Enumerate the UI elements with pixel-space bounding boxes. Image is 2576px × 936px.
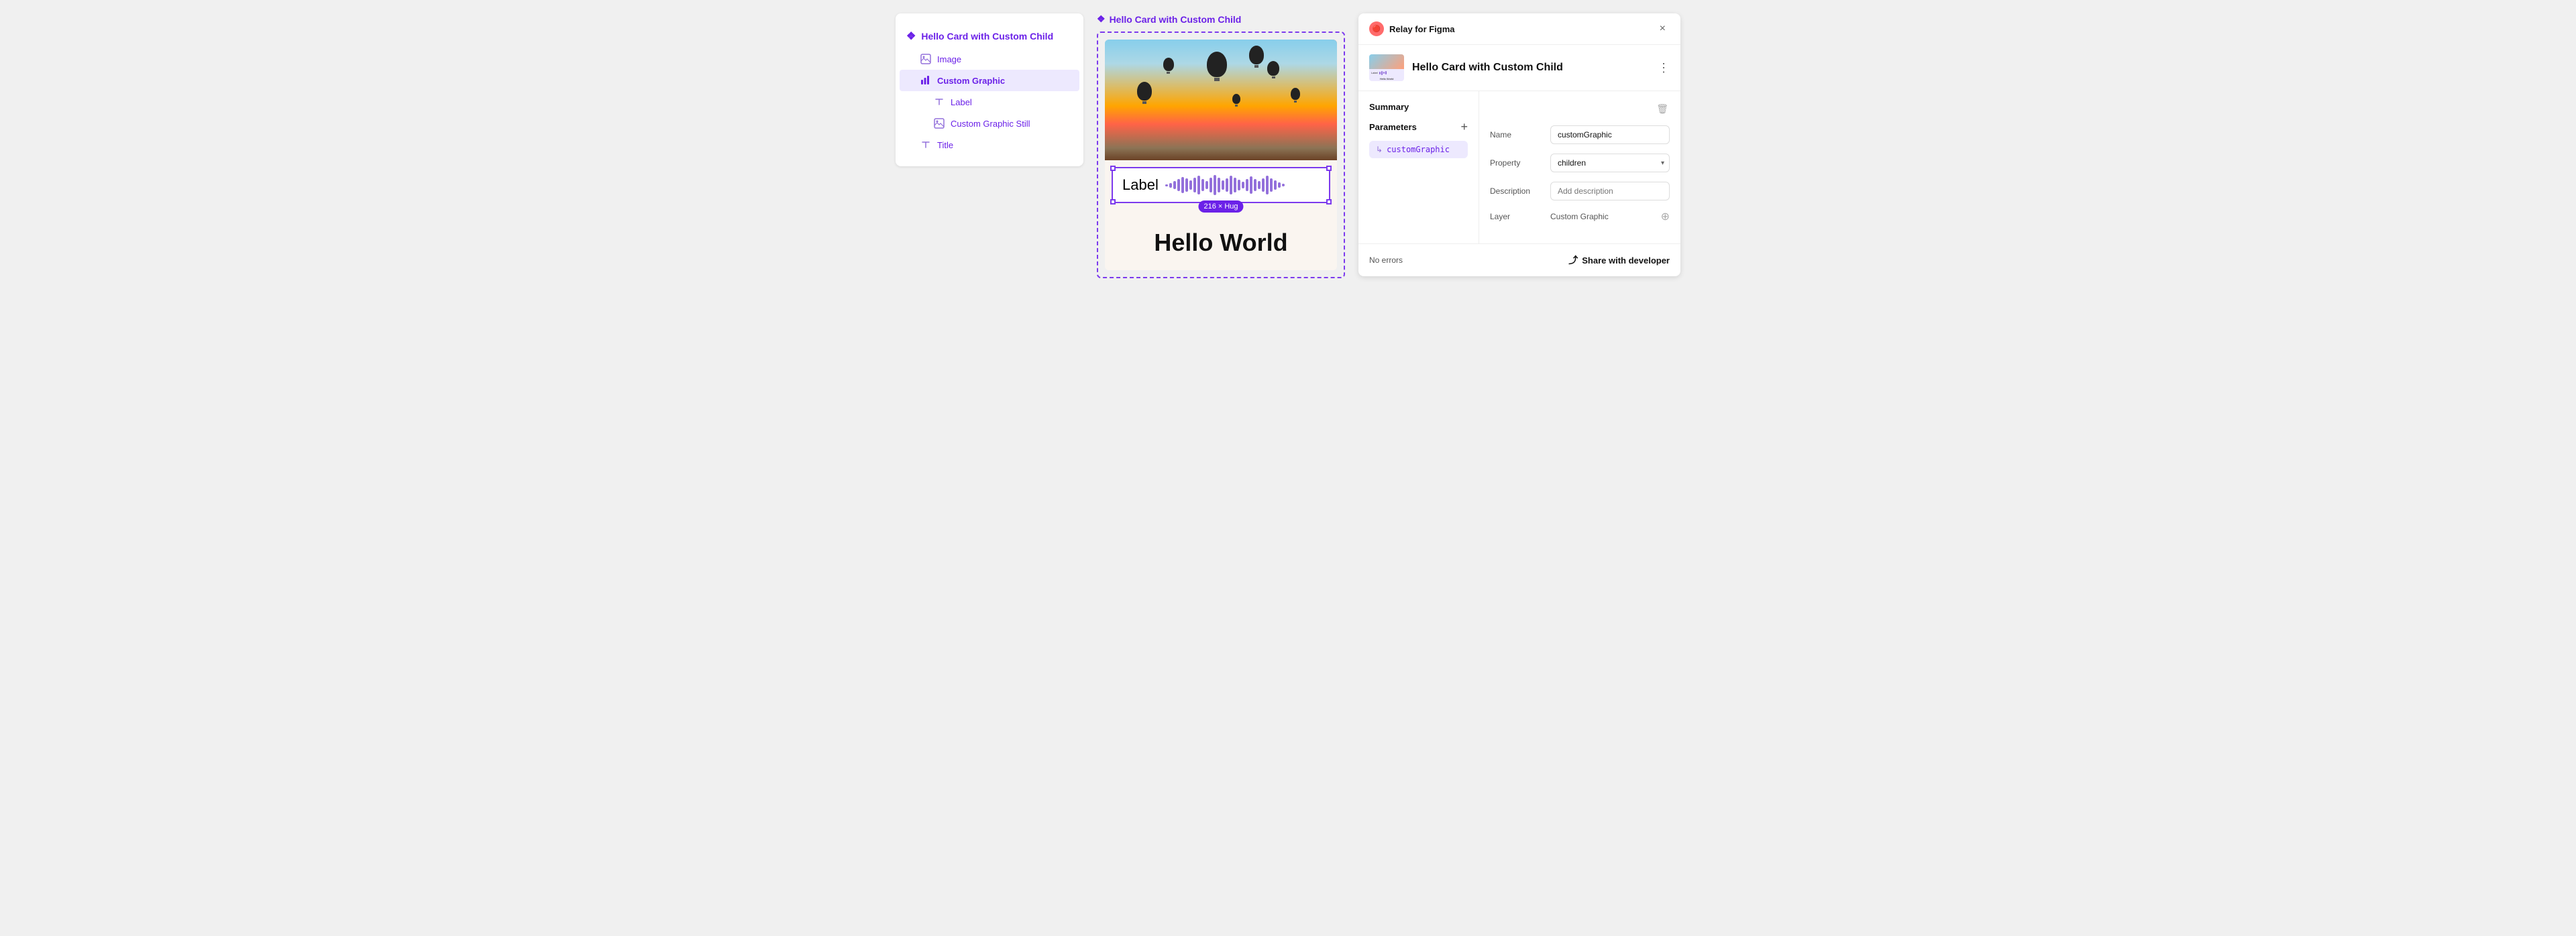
share-with-developer-button[interactable]: ⤴ Share with developer <box>1568 253 1670 267</box>
share-icon: ⤴ <box>1568 253 1578 267</box>
balloon-2 <box>1249 46 1264 68</box>
tree-item-custom-graphic-still[interactable]: Custom Graphic Still <box>896 113 1083 134</box>
thumb-hello: Hello World <box>1369 76 1404 81</box>
tree-item-title-label: Title <box>937 140 953 150</box>
card-image <box>1105 40 1337 160</box>
handle-bl <box>1110 199 1116 204</box>
canvas-card: Label 216 × Hug Hello World <box>1105 40 1337 270</box>
component-thumbnail: Label Hello World <box>1369 54 1404 81</box>
field-row-layer: Layer Custom Graphic ⊕ <box>1490 210 1670 223</box>
layer-value-text: Custom Graphic <box>1550 212 1609 221</box>
close-button[interactable]: × <box>1656 21 1670 36</box>
param-name-row: 🗑 <box>1490 102 1670 116</box>
handle-tl <box>1110 166 1116 171</box>
right-panel: 🔴 Relay for Figma × Label Hello World He… <box>1358 13 1680 276</box>
hello-world-text: Hello World <box>1105 210 1337 270</box>
tree-item-custom-graphic-still-label: Custom Graphic Still <box>951 119 1030 129</box>
balloon-5 <box>1163 58 1174 74</box>
field-row-description: Description <box>1490 182 1670 200</box>
description-field-label: Description <box>1490 186 1544 196</box>
param-item-custom-graphic[interactable]: ↳ customGraphic <box>1369 141 1468 158</box>
label-text: Label <box>1122 176 1159 194</box>
more-options-button[interactable]: ⋮ <box>1658 61 1670 75</box>
balloon-1 <box>1207 52 1227 81</box>
handle-br <box>1326 199 1332 204</box>
balloon-7 <box>1232 94 1240 107</box>
tree-item-custom-graphic[interactable]: Custom Graphic <box>900 70 1079 91</box>
name-field-input[interactable] <box>1550 125 1670 144</box>
canvas-title: ❖ Hello Card with Custom Child <box>1097 13 1241 25</box>
root-icon: ❖ <box>906 30 916 43</box>
tree-item-title[interactable]: Title <box>896 134 1083 156</box>
thumb-img <box>1369 54 1404 69</box>
tree-item-custom-graphic-label: Custom Graphic <box>937 76 1005 86</box>
balloon-3 <box>1267 61 1279 78</box>
params-header: Parameters + <box>1369 120 1468 134</box>
card-label-section: Label 216 × Hug <box>1112 167 1330 203</box>
add-parameter-button[interactable]: + <box>1460 120 1468 134</box>
middle-panel: ❖ Hello Card with Custom Child <box>1097 13 1345 278</box>
panel-header-left: 🔴 Relay for Figma <box>1369 21 1455 36</box>
balloon-6 <box>1291 88 1300 103</box>
property-select[interactable]: children slot <box>1550 154 1670 172</box>
tree-root-item[interactable]: ❖ Hello Card with Custom Child <box>896 24 1083 48</box>
text-t-icon <box>933 96 945 108</box>
param-name-label: customGraphic <box>1387 145 1450 154</box>
field-row-name: Name <box>1490 125 1670 144</box>
panel-body: Summary Parameters + ↳ customGraphic 🗑 N… <box>1358 91 1680 244</box>
summary-label: Summary <box>1369 102 1468 112</box>
no-errors-text: No errors <box>1369 255 1403 265</box>
thumb-label: Label <box>1371 71 1378 74</box>
bar-chart-icon <box>920 74 932 86</box>
component-title: Hello Card with Custom Child <box>1412 62 1650 74</box>
panel-left-col: Summary Parameters + ↳ customGraphic <box>1358 91 1479 243</box>
tree-item-label[interactable]: Label <box>896 91 1083 113</box>
canvas-title-text: Hello Card with Custom Child <box>1110 14 1242 25</box>
thumb-text-row: Label <box>1369 69 1404 76</box>
component-header: Label Hello World Hello Card with Custom… <box>1358 45 1680 91</box>
tree-item-label-label: Label <box>951 97 972 107</box>
name-field-label: Name <box>1490 130 1544 139</box>
canvas-container: Label 216 × Hug Hello World <box>1097 32 1345 278</box>
handle-tr <box>1326 166 1332 171</box>
share-btn-label: Share with developer <box>1582 255 1670 266</box>
panel-header: 🔴 Relay for Figma × <box>1358 13 1680 45</box>
waveform <box>1165 175 1320 195</box>
canvas-title-icon: ❖ <box>1097 13 1106 25</box>
layer-value: Custom Graphic ⊕ <box>1550 210 1670 223</box>
thumb-wave <box>1379 71 1387 75</box>
panel-footer: No errors ⤴ Share with developer <box>1358 244 1680 276</box>
property-field-label: Property <box>1490 158 1544 168</box>
relay-icon: 🔴 <box>1369 21 1384 36</box>
left-panel: ❖ Hello Card with Custom Child Image Cus… <box>896 13 1083 166</box>
param-arrow-icon: ↳ <box>1376 145 1383 154</box>
panel-right-col: 🗑 Name Property children slot ▾ <box>1479 91 1680 243</box>
description-field-input[interactable] <box>1550 182 1670 200</box>
size-badge: 216 × Hug <box>1198 200 1243 213</box>
balloon-4 <box>1137 82 1152 104</box>
target-icon[interactable]: ⊕ <box>1661 210 1670 223</box>
layer-field-label: Layer <box>1490 212 1544 221</box>
title-t-icon <box>920 139 932 151</box>
root-label: Hello Card with Custom Child <box>921 31 1053 42</box>
field-row-property: Property children slot ▾ <box>1490 154 1670 172</box>
tree-item-image[interactable]: Image <box>896 48 1083 70</box>
image-icon <box>920 53 932 65</box>
image-still-icon <box>933 117 945 129</box>
delete-param-button[interactable]: 🗑 <box>1655 102 1670 116</box>
property-select-wrap: children slot ▾ <box>1550 154 1670 172</box>
panel-app-name: Relay for Figma <box>1389 24 1455 34</box>
parameters-label: Parameters <box>1369 122 1417 132</box>
tree-item-image-label: Image <box>937 54 961 64</box>
